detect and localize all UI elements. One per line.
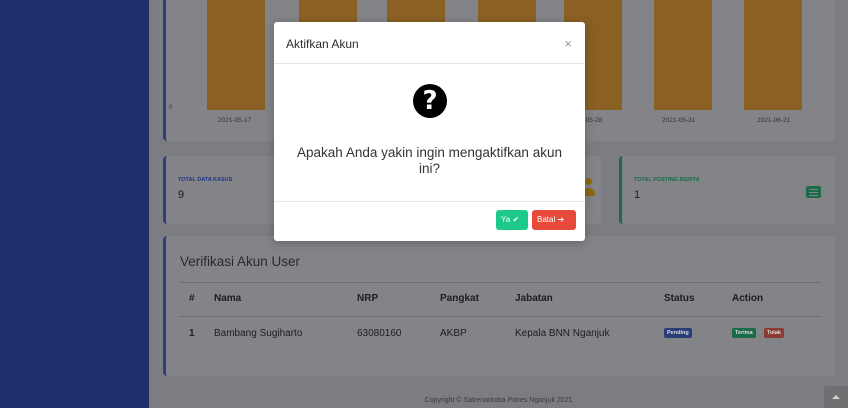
reject-button[interactable]: Tolak: [764, 328, 784, 338]
x-tick-label: 2021-05-31: [662, 117, 696, 124]
scroll-to-top-button[interactable]: [824, 386, 848, 408]
stat-label: TOTAL DATA KASUS: [178, 177, 233, 183]
chart-bar: [207, 0, 265, 110]
sidebar: [0, 0, 149, 408]
footer-copyright: Copyright © Satrenarkoba Polres Nganjuk …: [424, 397, 573, 404]
check-icon: ✔: [512, 215, 520, 224]
arrow-right-icon: ➔: [557, 215, 565, 224]
stat-card-berita: TOTAL POSTING BERITA 1: [619, 156, 835, 224]
row-nrp: 63080160: [357, 328, 402, 339]
accept-button[interactable]: Terima: [732, 328, 756, 338]
col-header-nrp: NRP: [357, 293, 379, 304]
divider: [180, 282, 821, 283]
chart-bar: [744, 0, 802, 110]
row-jabatan: Kepala BNN Nganjuk: [515, 328, 610, 339]
card-title: Verifikasi Akun User: [180, 254, 301, 269]
row-pangkat: AKBP: [440, 328, 467, 339]
stat-label: TOTAL POSTING BERITA: [634, 177, 700, 183]
verification-card: Verifikasi Akun User # Nama NRP Pangkat …: [163, 236, 835, 376]
stat-value: 1: [634, 189, 641, 201]
row-number: 1: [189, 328, 195, 339]
cancel-label: Batal: [537, 215, 556, 224]
col-header-number: #: [189, 293, 195, 304]
col-header-pangkat: Pangkat: [440, 293, 479, 304]
confirm-modal: Aktifkan Akun × ? Apakah Anda yakin ingi…: [274, 22, 585, 241]
modal-message: Apakah Anda yakin ingin mengaktifkan aku…: [297, 145, 562, 176]
modal-title: Aktifkan Akun: [286, 37, 359, 51]
newspaper-icon: [806, 186, 821, 198]
x-tick-label: 2021-05-17: [218, 117, 252, 124]
status-badge: Pending: [664, 328, 692, 338]
row-nama: Bambang Sugiharto: [214, 328, 303, 339]
y-tick-0: 0: [169, 105, 173, 111]
stat-value: 9: [178, 189, 185, 201]
col-header-nama: Nama: [214, 293, 242, 304]
col-header-action: Action: [732, 293, 764, 304]
col-header-status: Status: [664, 293, 695, 304]
col-header-jabatan: Jabatan: [515, 293, 553, 304]
yes-label: Ya: [501, 215, 511, 224]
question-circle-icon: ?: [413, 84, 447, 118]
close-icon[interactable]: ×: [564, 36, 572, 51]
x-tick-label: 2021-06-21: [757, 117, 791, 124]
yes-button[interactable]: Ya ✔: [496, 210, 528, 230]
divider: [180, 316, 821, 317]
modal-header: Aktifkan Akun ×: [274, 22, 585, 64]
cancel-button[interactable]: Batal ➔: [532, 210, 576, 230]
chart-bar: [654, 0, 712, 110]
